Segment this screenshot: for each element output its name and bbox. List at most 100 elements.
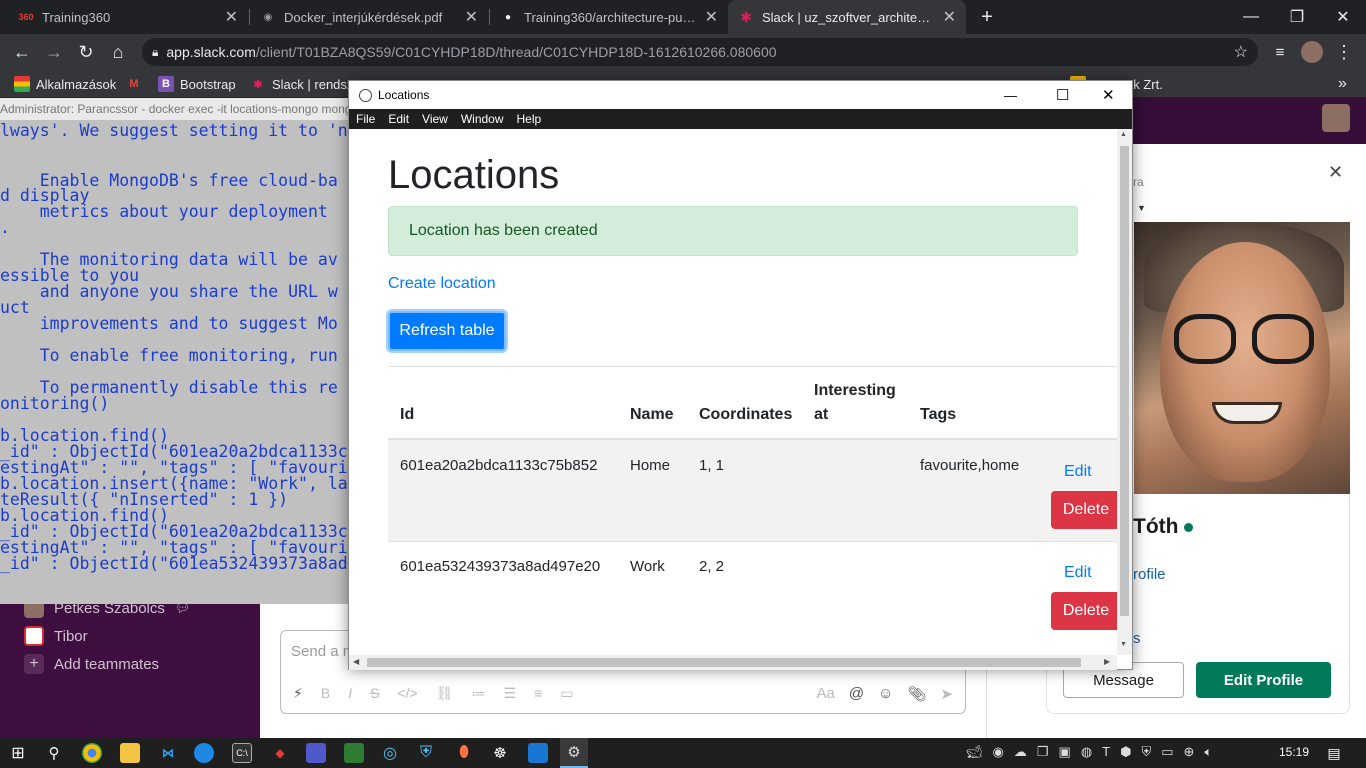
- bookmark-star-icon[interactable]: ☆: [1234, 42, 1248, 62]
- menu-edit[interactable]: Edit: [381, 112, 415, 126]
- attach-icon[interactable]: 📎︎: [907, 685, 926, 703]
- cloud-icon[interactable]: ☁: [1014, 744, 1027, 760]
- tab-training360[interactable]: 360 Training360 ✕: [8, 0, 248, 34]
- chevron-down-icon[interactable]: ▼: [1137, 203, 1146, 213]
- send-icon[interactable]: ➤: [940, 685, 953, 703]
- close-browser-button[interactable]: ✕: [1320, 0, 1366, 34]
- restore-browser-button[interactable]: ❐: [1274, 0, 1320, 34]
- tab-slack[interactable]: ✱ Slack | uz_szoftver_architektura | ✕: [728, 0, 966, 34]
- forward-icon[interactable]: →: [38, 34, 70, 70]
- close-panel-button[interactable]: ✕: [1328, 162, 1343, 183]
- scroll-thumb[interactable]: [1120, 146, 1129, 616]
- scroll-thumb[interactable]: [367, 658, 1081, 667]
- volume-icon[interactable]: 🔈︎: [1204, 744, 1212, 760]
- command-prompt-window[interactable]: Administrator: Parancssor - docker exec …: [0, 98, 349, 604]
- minimize-button[interactable]: —: [1004, 88, 1017, 103]
- edit-link[interactable]: Edit: [1064, 564, 1092, 582]
- battery-icon[interactable]: ▭: [1161, 744, 1173, 760]
- horizontal-scrollbar[interactable]: ◀ ▶: [349, 655, 1117, 670]
- windows-start-icon[interactable]: ⊞: [8, 743, 28, 763]
- code-icon[interactable]: </>: [397, 685, 417, 702]
- teams-icon[interactable]: T: [1102, 744, 1110, 760]
- bold-icon[interactable]: B: [321, 685, 330, 702]
- bookmark-slack[interactable]: ✱ Slack | rendsze: [250, 70, 360, 98]
- create-location-link[interactable]: Create location: [388, 275, 496, 293]
- avatar[interactable]: [1296, 34, 1328, 70]
- minimize-browser-button[interactable]: —: [1228, 0, 1274, 34]
- language-icon[interactable]: ⊕: [1184, 744, 1195, 760]
- close-tab-icon[interactable]: ✕: [465, 7, 478, 27]
- close-tab-icon[interactable]: ✕: [705, 7, 718, 27]
- search-icon[interactable]: ⚲: [44, 743, 64, 763]
- copy-icon[interactable]: ❐: [1037, 744, 1049, 760]
- app-icon[interactable]: ◎: [380, 743, 400, 763]
- text-format-icon[interactable]: Aa: [816, 685, 834, 703]
- delete-button[interactable]: Delete: [1051, 491, 1117, 529]
- bookmark-bootstrap[interactable]: B Bootstrap: [158, 70, 236, 98]
- close-tab-icon[interactable]: ✕: [943, 7, 956, 27]
- scroll-left-icon[interactable]: ◀: [353, 657, 359, 666]
- blockquote-icon[interactable]: ≡: [534, 685, 542, 702]
- profile-link-partial[interactable]: s: [1133, 630, 1141, 647]
- menu-file[interactable]: File: [349, 112, 381, 126]
- app-icon[interactable]: ⬮: [454, 743, 474, 763]
- menu-help[interactable]: Help: [510, 112, 548, 126]
- mail-icon[interactable]: [528, 743, 548, 763]
- reload-icon[interactable]: ↻: [70, 34, 102, 70]
- app-icon[interactable]: ⬢: [1120, 744, 1131, 760]
- tab-docker-pdf[interactable]: ◉ Docker_interjúkérdések.pdf ✕: [250, 0, 488, 34]
- strike-icon[interactable]: S: [370, 685, 379, 702]
- vscode-icon[interactable]: ⋈: [158, 743, 178, 763]
- code-block-icon[interactable]: ▭: [560, 685, 573, 702]
- teams-icon[interactable]: [306, 743, 326, 763]
- menu-view[interactable]: View: [415, 112, 454, 126]
- bookmark-gmail[interactable]: M: [126, 70, 142, 98]
- app-icon[interactable]: [344, 743, 364, 763]
- file-explorer-icon[interactable]: [120, 743, 140, 763]
- app-icon[interactable]: ◍: [1081, 744, 1092, 760]
- docker-icon[interactable]: 🐋︎: [966, 744, 983, 760]
- back-icon[interactable]: ←: [6, 34, 38, 70]
- app-icon[interactable]: ☸: [490, 743, 510, 763]
- maximize-button[interactable]: ☐: [1056, 86, 1069, 104]
- window-titlebar[interactable]: Locations — ☐ ✕: [349, 81, 1132, 109]
- scroll-down-icon[interactable]: ▼: [1120, 641, 1127, 648]
- close-button[interactable]: ✕: [1102, 86, 1115, 104]
- sidebar-item-tibor[interactable]: Tibor: [24, 626, 88, 646]
- refresh-table-button[interactable]: Refresh table: [388, 311, 506, 351]
- chrome-icon[interactable]: [82, 743, 102, 763]
- emoji-icon[interactable]: ☺: [878, 685, 893, 703]
- bookmark-apps[interactable]: Alkalmazások: [14, 70, 116, 98]
- electron-app-icon[interactable]: ⚙: [560, 738, 588, 768]
- italic-icon[interactable]: I: [348, 685, 352, 702]
- numbered-list-icon[interactable]: ≔: [471, 685, 485, 702]
- shortcuts-icon[interactable]: ⚡︎: [293, 685, 303, 702]
- new-tab-button[interactable]: +: [972, 0, 1002, 34]
- mention-icon[interactable]: @: [849, 685, 864, 703]
- edit-profile-button[interactable]: Edit Profile: [1196, 662, 1331, 698]
- menu-icon[interactable]: ⋮: [1328, 34, 1360, 70]
- edit-link[interactable]: Edit: [1064, 463, 1092, 481]
- menu-window[interactable]: Window: [454, 112, 510, 126]
- shield-icon[interactable]: ⛨: [416, 743, 436, 763]
- address-bar[interactable]: 🔒︎ app.slack.com/client/T01BZA8QS59/C01C…: [142, 38, 1258, 66]
- view-profile-link[interactable]: rofile: [1133, 566, 1166, 583]
- delete-button[interactable]: Delete: [1051, 592, 1117, 630]
- scroll-up-icon[interactable]: ▲: [1120, 131, 1127, 138]
- bullet-list-icon[interactable]: ☰: [503, 685, 516, 702]
- clock[interactable]: 15:19: [1279, 745, 1309, 759]
- more-bookmarks-icon[interactable]: »: [1338, 70, 1347, 98]
- home-icon[interactable]: ⌂: [102, 34, 134, 70]
- terminal-icon[interactable]: C:\: [232, 743, 252, 763]
- scroll-right-icon[interactable]: ▶: [1104, 657, 1110, 666]
- tab-github[interactable]: ● Training360/architecture-public ✕: [490, 0, 728, 34]
- link-icon[interactable]: ⛓︎: [436, 685, 454, 702]
- close-tab-icon[interactable]: ✕: [225, 7, 238, 27]
- avatar[interactable]: [1322, 104, 1350, 132]
- app-icon[interactable]: ▣: [1059, 744, 1071, 760]
- app-icon[interactable]: ◆: [270, 743, 290, 763]
- edge-icon[interactable]: [194, 743, 214, 763]
- shield-icon[interactable]: ⛨: [1141, 744, 1151, 760]
- reading-list-icon[interactable]: ≡: [1264, 34, 1296, 70]
- add-teammates-button[interactable]: + Add teammates: [24, 654, 159, 674]
